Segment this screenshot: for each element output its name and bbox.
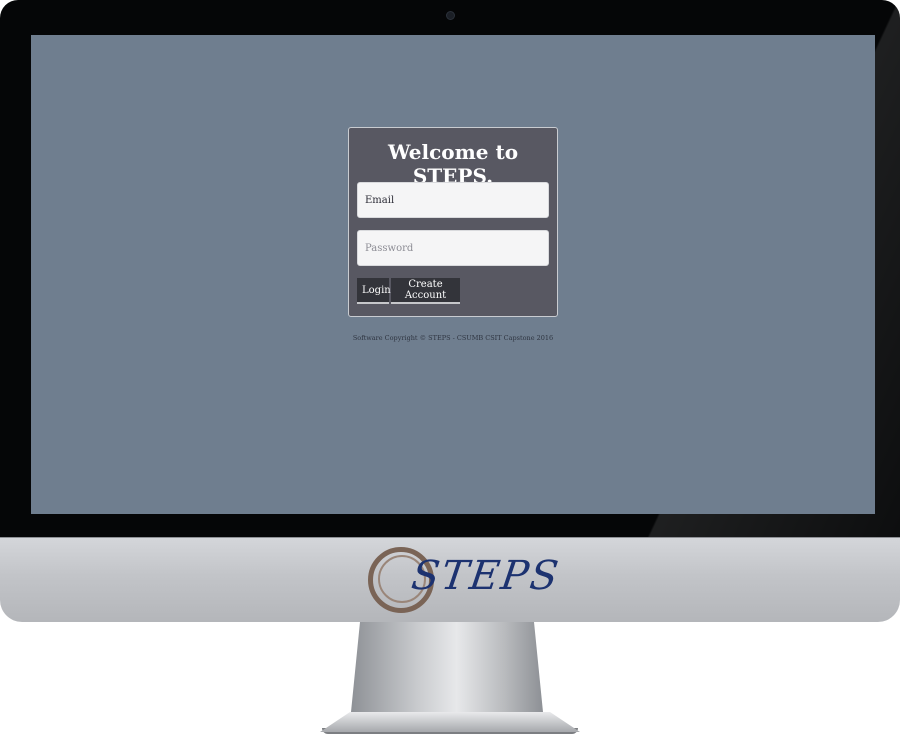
camera-icon [446, 11, 455, 20]
create-account-button[interactable]: Create Account [391, 278, 460, 304]
login-button[interactable]: Login [357, 278, 391, 304]
monitor-base [320, 712, 580, 732]
password-field[interactable] [357, 230, 549, 266]
email-field[interactable] [357, 182, 549, 218]
monitor-stand [350, 622, 544, 722]
logo-text: STEPS [408, 553, 563, 599]
steps-logo: STEPS [366, 545, 563, 621]
login-panel: Welcome to STEPS. Login Create Account [348, 127, 558, 317]
login-title: Welcome to STEPS. [387, 140, 519, 188]
copyright-text: Software Copyright © STEPS - CSUMB CSIT … [352, 334, 554, 342]
